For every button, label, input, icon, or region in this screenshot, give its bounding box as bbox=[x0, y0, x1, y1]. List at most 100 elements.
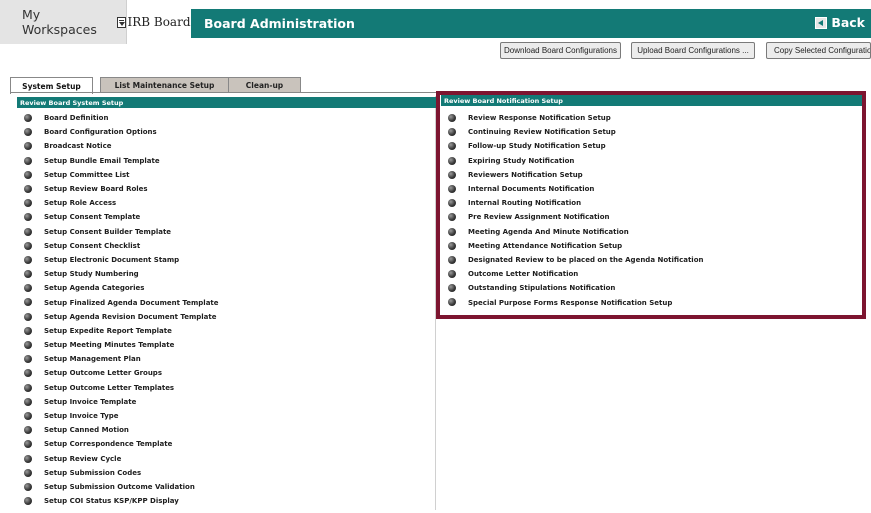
copy-configuration-button[interactable]: Copy Selected Configuration bbox=[766, 42, 871, 59]
dropdown-menu-icon[interactable] bbox=[116, 16, 126, 28]
bullet-icon bbox=[24, 454, 32, 463]
bullet-icon bbox=[24, 255, 32, 264]
bullet-icon bbox=[24, 213, 32, 222]
action-toolbar: Download Board Configurations Upload Boa… bbox=[0, 42, 871, 62]
bullet-icon bbox=[24, 142, 32, 151]
system-setup-item[interactable]: Setup Invoice Template bbox=[24, 395, 424, 409]
system-setup-item-link[interactable]: Setup Management Plan bbox=[44, 355, 141, 363]
system-setup-item[interactable]: Setup Consent Checklist bbox=[24, 239, 424, 253]
system-setup-item-link[interactable]: Board Configuration Options bbox=[44, 128, 157, 136]
top-bar: My Workspaces IRB Board Board Administra… bbox=[0, 0, 871, 44]
bullet-icon bbox=[24, 397, 32, 406]
system-setup-item[interactable]: Setup Electronic Document Stamp bbox=[24, 253, 424, 267]
bullet-icon bbox=[24, 128, 32, 137]
system-setup-item[interactable]: Setup Meeting Minutes Template bbox=[24, 338, 424, 352]
system-setup-item[interactable]: Setup Review Board Roles bbox=[24, 182, 424, 196]
system-setup-item-link[interactable]: Setup Correspondence Template bbox=[44, 440, 172, 448]
system-setup-item[interactable]: Setup Consent Builder Template bbox=[24, 225, 424, 239]
system-setup-item[interactable]: Setup Bundle Email Template bbox=[24, 154, 424, 168]
system-setup-item-link[interactable]: Setup COI Status KSP/KPP Display bbox=[44, 497, 179, 505]
back-arrow-icon bbox=[815, 16, 828, 29]
system-setup-item[interactable]: Setup Review Cycle bbox=[24, 452, 424, 466]
system-setup-item-link[interactable]: Setup Study Numbering bbox=[44, 270, 139, 278]
bullet-icon bbox=[24, 482, 32, 491]
system-setup-item[interactable]: Setup Management Plan bbox=[24, 352, 424, 366]
system-setup-item[interactable]: Setup Submission Codes bbox=[24, 466, 424, 480]
bullet-icon bbox=[24, 326, 32, 335]
system-setup-item[interactable]: Setup Invoice Type bbox=[24, 409, 424, 423]
system-setup-item-link[interactable]: Setup Expedite Report Template bbox=[44, 327, 172, 335]
system-setup-item-link[interactable]: Setup Role Access bbox=[44, 199, 116, 207]
my-workspaces-tab[interactable]: My Workspaces bbox=[0, 0, 127, 44]
system-setup-item[interactable]: Setup Committee List bbox=[24, 168, 424, 182]
system-setup-item[interactable]: Setup COI Status KSP/KPP Display bbox=[24, 494, 424, 508]
system-setup-item-link[interactable]: Setup Review Board Roles bbox=[44, 185, 148, 193]
system-setup-item[interactable]: Setup Submission Outcome Validation bbox=[24, 480, 424, 494]
system-setup-item[interactable]: Setup Finalized Agenda Document Template bbox=[24, 295, 424, 309]
bullet-icon bbox=[24, 355, 32, 364]
system-setup-item-link[interactable]: Setup Committee List bbox=[44, 171, 130, 179]
bullet-icon bbox=[24, 341, 32, 349]
system-setup-item[interactable]: Setup Role Access bbox=[24, 196, 424, 210]
system-setup-item-link[interactable]: Setup Submission Outcome Validation bbox=[44, 483, 195, 491]
system-setup-item-link[interactable]: Setup Agenda Revision Document Template bbox=[44, 313, 216, 321]
system-setup-item[interactable]: Broadcast Notice bbox=[24, 139, 424, 153]
system-setup-item[interactable]: Setup Expedite Report Template bbox=[24, 324, 424, 338]
bullet-icon bbox=[24, 312, 32, 321]
system-setup-item-link[interactable]: Setup Consent Template bbox=[44, 213, 140, 221]
back-label: Back bbox=[831, 15, 865, 30]
system-setup-item[interactable]: Setup Correspondence Template bbox=[24, 437, 424, 451]
bullet-icon bbox=[24, 426, 32, 435]
notification-highlight-box bbox=[436, 91, 866, 319]
bullet-icon bbox=[24, 156, 32, 165]
system-setup-item[interactable]: Setup Study Numbering bbox=[24, 267, 424, 281]
system-setup-item-link[interactable]: Setup Consent Builder Template bbox=[44, 228, 171, 236]
tab-list-maintenance-setup[interactable]: List Maintenance Setup bbox=[100, 77, 229, 93]
system-setup-item[interactable]: Setup Outcome Letter Templates bbox=[24, 381, 424, 395]
bullet-icon bbox=[24, 270, 32, 279]
bullet-icon bbox=[24, 497, 32, 506]
system-setup-item[interactable]: Setup Canned Motion bbox=[24, 423, 424, 437]
my-workspaces-label: My Workspaces bbox=[22, 7, 97, 37]
back-button[interactable]: Back bbox=[815, 15, 865, 30]
system-setup-item-link[interactable]: Setup Agenda Categories bbox=[44, 284, 144, 292]
system-setup-item-link[interactable]: Setup Finalized Agenda Document Template bbox=[44, 299, 219, 307]
system-setup-item[interactable]: Setup Consent Template bbox=[24, 210, 424, 224]
system-setup-item-link[interactable]: Board Definition bbox=[44, 114, 108, 122]
system-setup-item-link[interactable]: Setup Outcome Letter Groups bbox=[44, 369, 162, 377]
system-setup-item[interactable]: Board Definition bbox=[24, 111, 424, 125]
system-setup-item-link[interactable]: Setup Review Cycle bbox=[44, 455, 121, 463]
bullet-icon bbox=[24, 227, 32, 236]
system-setup-item-link[interactable]: Setup Submission Codes bbox=[44, 469, 141, 477]
system-setup-header: Review Board System Setup bbox=[17, 97, 436, 108]
irb-board-tab[interactable]: IRB Board bbox=[127, 0, 191, 44]
bullet-icon bbox=[24, 298, 32, 307]
system-setup-item-link[interactable]: Setup Canned Motion bbox=[44, 426, 129, 434]
system-setup-item[interactable]: Setup Agenda Categories bbox=[24, 281, 424, 295]
bullet-icon bbox=[24, 184, 32, 193]
system-setup-item-link[interactable]: Setup Bundle Email Template bbox=[44, 157, 160, 165]
upload-configurations-button[interactable]: Upload Board Configurations ... bbox=[631, 42, 755, 59]
system-setup-item-link[interactable]: Broadcast Notice bbox=[44, 142, 111, 150]
bullet-icon bbox=[24, 199, 32, 208]
board-administration-bar: Board Administration Back bbox=[191, 9, 871, 38]
system-setup-item-link[interactable]: Setup Consent Checklist bbox=[44, 242, 140, 250]
bullet-icon bbox=[24, 369, 32, 378]
bullet-icon bbox=[24, 411, 32, 420]
system-setup-item[interactable]: Setup Outcome Letter Groups bbox=[24, 366, 424, 380]
system-setup-item-link[interactable]: Setup Electronic Document Stamp bbox=[44, 256, 179, 264]
system-setup-item-link[interactable]: Setup Meeting Minutes Template bbox=[44, 341, 174, 349]
irb-board-label: IRB Board bbox=[127, 15, 191, 29]
system-setup-item[interactable]: Board Configuration Options bbox=[24, 125, 424, 139]
system-setup-item-link[interactable]: Setup Invoice Type bbox=[44, 412, 119, 420]
bullet-icon bbox=[24, 284, 32, 293]
system-setup-item-link[interactable]: Setup Invoice Template bbox=[44, 398, 136, 406]
download-configurations-button[interactable]: Download Board Configurations bbox=[500, 42, 621, 59]
bullet-icon bbox=[24, 383, 32, 392]
system-setup-item-link[interactable]: Setup Outcome Letter Templates bbox=[44, 384, 174, 392]
system-setup-list: Board Definition Board Configuration Opti… bbox=[24, 111, 424, 508]
bullet-icon bbox=[24, 440, 32, 449]
system-setup-item[interactable]: Setup Agenda Revision Document Template bbox=[24, 310, 424, 324]
bullet-icon bbox=[24, 114, 32, 122]
tab-clean-up[interactable]: Clean-up bbox=[228, 77, 301, 93]
